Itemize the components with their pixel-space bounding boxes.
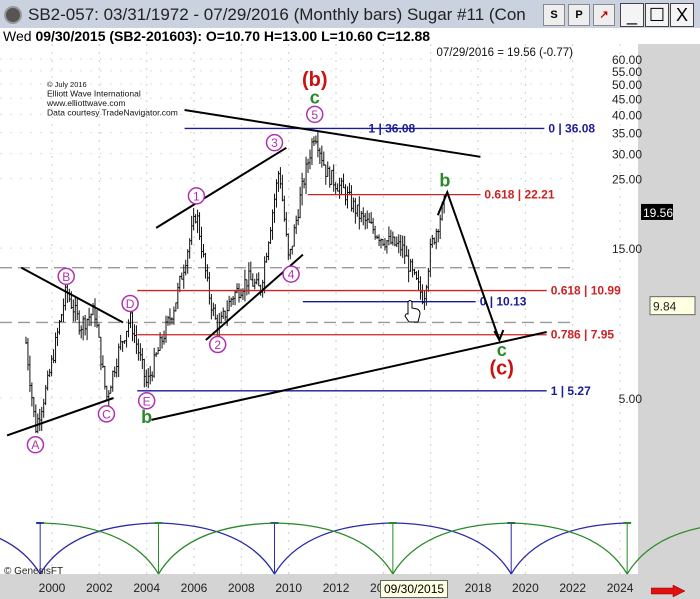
wave-label: 3 bbox=[271, 136, 278, 150]
date-tooltip: 09/30/2015 bbox=[380, 580, 449, 598]
fib-level-label: 0 | 36.08 bbox=[548, 121, 595, 135]
x-tick-label: 2006 bbox=[181, 581, 208, 595]
credit-line: Elliott Wave International bbox=[47, 89, 141, 99]
x-tick-label: 2020 bbox=[512, 581, 539, 595]
wave-label: b bbox=[439, 171, 450, 191]
window-title: SB2-057: 03/31/1972 - 07/29/2016 (Monthl… bbox=[28, 5, 526, 24]
wave-label: 4 bbox=[288, 268, 295, 282]
x-tick-label: 2002 bbox=[86, 581, 113, 595]
wave-label: (c) bbox=[490, 358, 514, 380]
last-quote: 07/29/2016 = 19.56 (-0.77) bbox=[436, 47, 573, 59]
credit-line: Data courtesy TradeNavigator.com bbox=[47, 108, 178, 118]
wave-label: 2 bbox=[214, 338, 221, 352]
scroll-right-arrow-icon[interactable] bbox=[651, 585, 685, 597]
x-tick-label: 2004 bbox=[133, 581, 160, 595]
maximize-button[interactable]: ☐ bbox=[645, 3, 669, 27]
y-tick-label: 45.00 bbox=[612, 92, 642, 106]
y-tick-label: 40.00 bbox=[612, 108, 642, 122]
y-tick-label: 55.00 bbox=[612, 65, 642, 79]
wave-label: D bbox=[126, 297, 135, 311]
wave-label: b bbox=[141, 407, 152, 427]
y-tick-label: 50.00 bbox=[612, 78, 642, 92]
info-ohlc: O=10.70 H=13.00 L=10.60 C=12.88 bbox=[205, 28, 431, 44]
last-price-text: 19.56 bbox=[643, 206, 673, 220]
wave-label: (b) bbox=[302, 69, 328, 91]
x-tick-label: 2022 bbox=[559, 581, 586, 595]
y-tick-label: 25.00 bbox=[612, 172, 642, 186]
minimize-button[interactable]: _ bbox=[620, 3, 644, 27]
popout-button[interactable]: ↗ bbox=[593, 4, 615, 26]
fib-level-label: 0.786 | 7.95 bbox=[551, 328, 615, 342]
wave-label: C bbox=[102, 407, 111, 421]
info-day: Wed bbox=[3, 28, 32, 44]
x-tick-label: 2000 bbox=[39, 581, 66, 595]
right-margin bbox=[638, 44, 700, 599]
app-logo-icon bbox=[4, 6, 22, 24]
wave-label: A bbox=[31, 438, 39, 452]
cursor-price-text: 9.84 bbox=[653, 300, 677, 314]
genesis-watermark: © GenesisFT bbox=[4, 566, 63, 577]
y-tick-label: 30.00 bbox=[612, 148, 642, 162]
window-titlebar: SB2-057: 03/31/1972 - 07/29/2016 (Monthl… bbox=[0, 0, 700, 30]
price-chart[interactable]: 2000200220042006200820102012201420162018… bbox=[0, 44, 700, 599]
wave-label: 1 bbox=[193, 189, 200, 203]
y-tick-label: 5.00 bbox=[619, 392, 643, 406]
fib-level-label: 0.618 | 22.21 bbox=[484, 188, 554, 202]
s-button[interactable]: S bbox=[543, 4, 565, 26]
fib-level-label: 0.618 | 10.99 bbox=[551, 284, 621, 298]
x-tick-label: 2012 bbox=[323, 581, 350, 595]
close-button[interactable]: X bbox=[670, 3, 694, 27]
y-tick-label: 35.00 bbox=[612, 127, 642, 141]
wave-label: B bbox=[62, 270, 70, 284]
info-date: 09/30/2015 (SB2-201603): bbox=[35, 28, 202, 44]
x-tick-label: 2010 bbox=[275, 581, 302, 595]
wave-label: 5 bbox=[311, 108, 318, 122]
fib-level-label: 1 | 5.27 bbox=[551, 384, 591, 398]
x-tick-label: 2008 bbox=[228, 581, 255, 595]
x-tick-label: 2018 bbox=[465, 581, 492, 595]
y-tick-label: 15.00 bbox=[612, 242, 642, 256]
credit-line: www.elliottwave.com bbox=[46, 98, 125, 108]
p-button[interactable]: P bbox=[568, 4, 590, 26]
x-tick-label: 2024 bbox=[607, 581, 634, 595]
